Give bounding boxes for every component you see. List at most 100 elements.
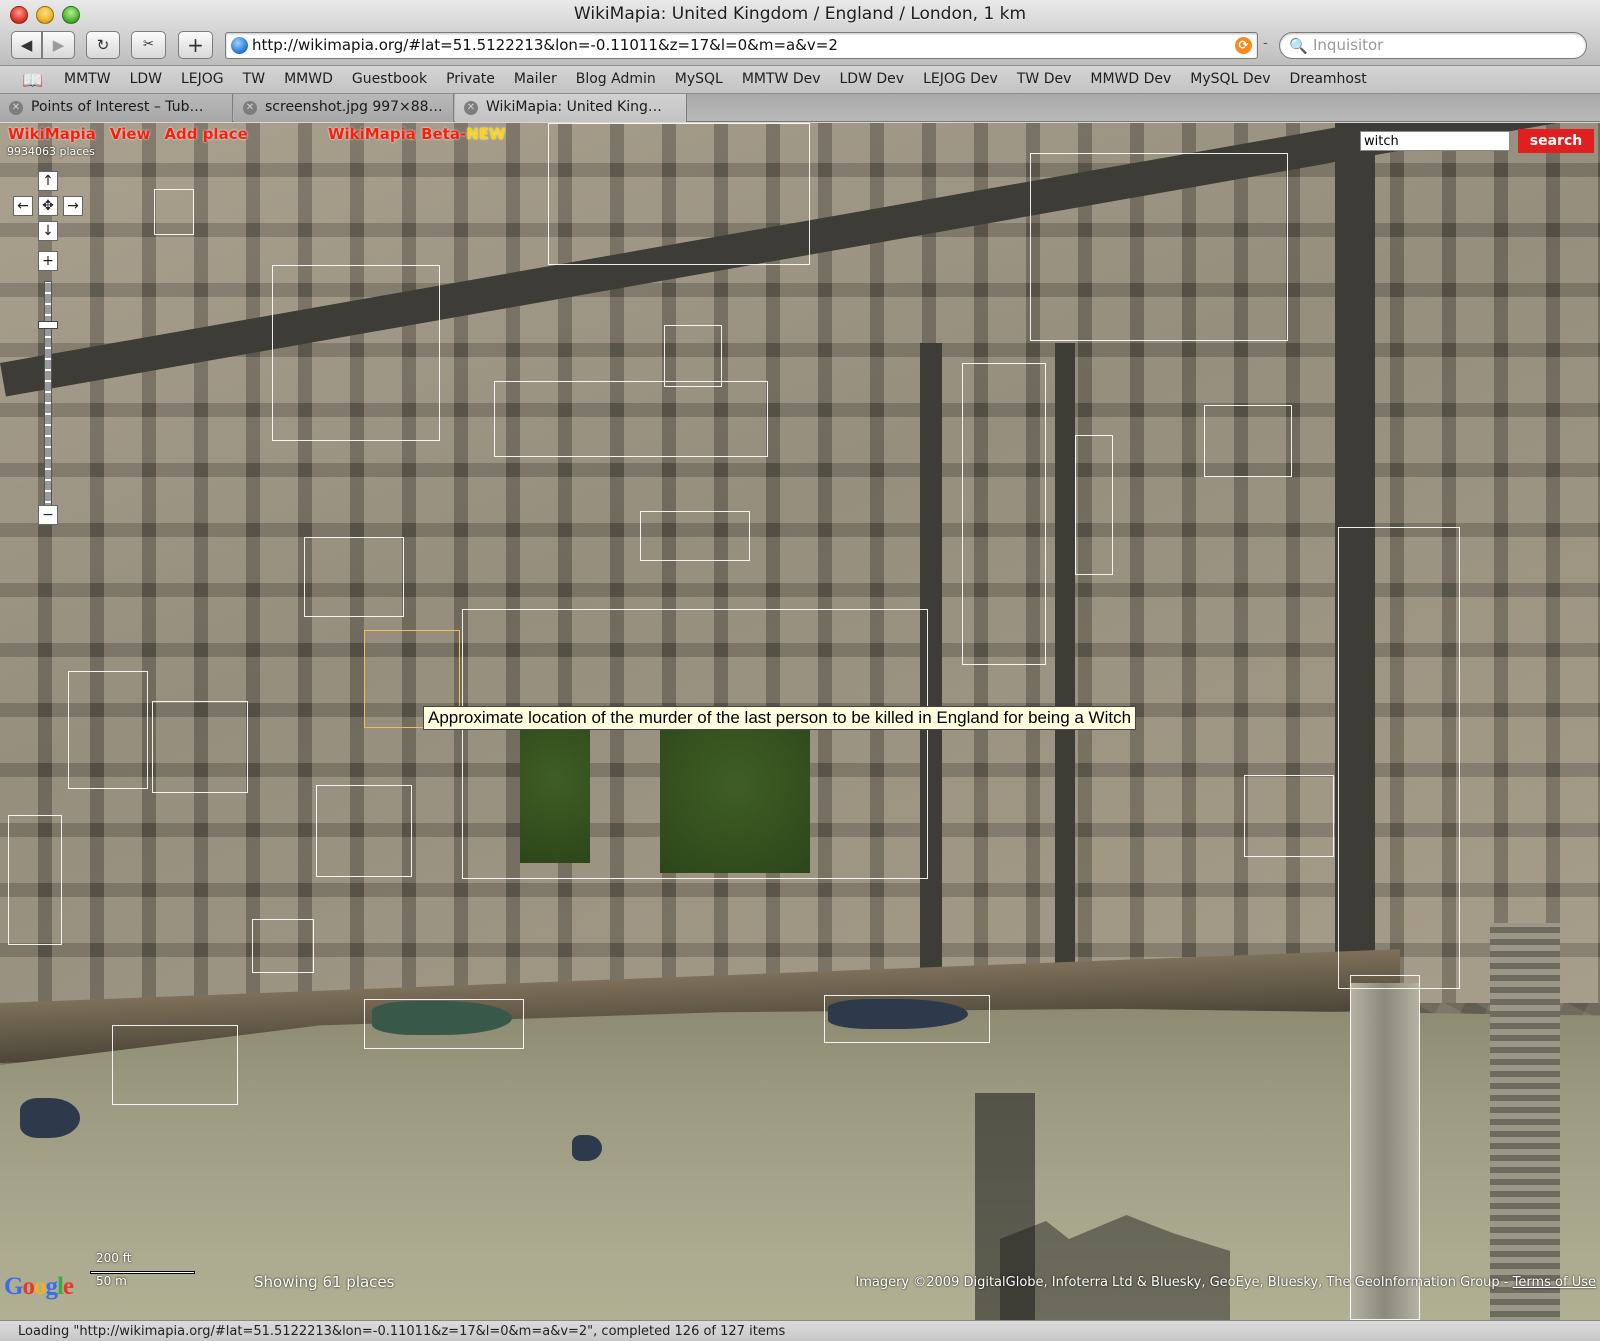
toolbar: WikiMapia: United Kingdom / England / Lo…: [0, 0, 1600, 66]
bookmark-item[interactable]: Private: [446, 71, 495, 87]
close-tab-icon[interactable]: ✕: [9, 101, 23, 115]
bookmark-item[interactable]: LEJOG Dev: [923, 71, 998, 87]
scale-meters-label: 50 m: [96, 1274, 127, 1288]
back-button[interactable]: ◀: [11, 31, 42, 59]
bookmark-item[interactable]: MMWD Dev: [1090, 71, 1171, 87]
reload-button[interactable]: ↻: [86, 31, 120, 59]
rail-bridge: [1490, 923, 1560, 1320]
terms-of-use-link[interactable]: Terms of Use: [1513, 1275, 1596, 1290]
place-outline[interactable]: [68, 671, 148, 789]
wikimapia-beta-link[interactable]: WikiMapia Beta-NEW: [328, 125, 506, 143]
google-logo-letter: o: [33, 1273, 46, 1300]
place-outline[interactable]: [316, 785, 412, 877]
map-search-button[interactable]: search: [1518, 129, 1594, 153]
add-bookmark-button[interactable]: +: [178, 31, 213, 59]
close-tab-icon[interactable]: ✕: [243, 101, 257, 115]
beta-label: WikiMapia Beta-: [328, 125, 467, 143]
search-icon: 🔍: [1289, 37, 1308, 55]
separator: -: [1263, 36, 1268, 51]
place-outline[interactable]: [8, 815, 62, 945]
copyright-text: Imagery ©2009 DigitalGlobe, Infoterra Lt…: [855, 1275, 1513, 1290]
zoom-out-button[interactable]: −: [38, 505, 58, 525]
window-title: WikiMapia: United Kingdom / England / Lo…: [573, 4, 1027, 24]
new-badge: NEW: [466, 125, 506, 143]
road: [1055, 343, 1075, 1003]
place-outline[interactable]: [962, 363, 1046, 665]
bookmark-item[interactable]: Guestbook: [352, 71, 427, 87]
browser-window: WikiMapia: United Kingdom / England / Lo…: [0, 0, 1600, 1341]
browser-search-field[interactable]: 🔍: [1279, 32, 1587, 59]
pan-right-button[interactable]: →: [63, 196, 83, 216]
place-outline[interactable]: [494, 381, 768, 457]
place-outline[interactable]: [1244, 775, 1334, 857]
bookmark-item[interactable]: MMWD: [284, 71, 333, 87]
place-outline[interactable]: [824, 995, 990, 1043]
pan-up-button[interactable]: ↑: [38, 171, 58, 191]
place-outline[interactable]: [462, 609, 928, 879]
forward-button[interactable]: ▶: [42, 31, 75, 59]
bookmark-item[interactable]: Mailer: [514, 71, 557, 87]
google-logo-letter: g: [45, 1273, 57, 1300]
place-outline[interactable]: [304, 537, 404, 617]
place-outline[interactable]: [154, 189, 194, 235]
google-logo-letter: e: [62, 1273, 74, 1300]
google-logo-letter: o: [22, 1273, 34, 1300]
status-bar: Loading "http://wikimapia.org/#lat=51.51…: [0, 1320, 1600, 1341]
bookmark-item[interactable]: MMTW Dev: [742, 71, 821, 87]
place-outline[interactable]: [112, 1025, 238, 1105]
pan-down-button[interactable]: ↓: [38, 221, 58, 241]
pan-left-button[interactable]: ←: [13, 196, 33, 216]
bookmark-item[interactable]: MySQL: [675, 71, 723, 87]
bookmark-item[interactable]: MySQL Dev: [1190, 71, 1270, 87]
add-place-link[interactable]: Add place: [164, 125, 247, 143]
google-logo-letter: G: [4, 1273, 23, 1300]
zoom-slider-handle[interactable]: [38, 321, 58, 329]
tab-screenshot[interactable]: ✕ screenshot.jpg 997×88…: [234, 94, 454, 122]
tab-wikimapia[interactable]: ✕ WikiMapia: United King…: [455, 94, 687, 122]
place-outline[interactable]: [1338, 527, 1460, 989]
tab-title: screenshot.jpg 997×88…: [265, 99, 443, 115]
browser-search-input[interactable]: [1313, 36, 1573, 54]
boat: [20, 1098, 80, 1138]
place-outline[interactable]: [1030, 153, 1288, 341]
place-outline[interactable]: [1350, 975, 1420, 1320]
bookmark-item[interactable]: TW Dev: [1017, 71, 1072, 87]
tab-bar: ✕ Points of Interest – Tub… ✕ screenshot…: [0, 94, 1600, 122]
bookmark-item[interactable]: TW: [243, 71, 265, 87]
place-outline[interactable]: [152, 701, 248, 793]
globe-icon: [231, 37, 248, 54]
places-shown-count: Showing 61 places: [254, 1273, 395, 1291]
url-text[interactable]: http://wikimapia.org/#lat=51.5122213&lon…: [252, 36, 838, 54]
scale-feet-label: 200 ft: [96, 1251, 132, 1265]
place-outline[interactable]: [548, 123, 810, 265]
refresh-icon[interactable]: ⟳: [1235, 37, 1252, 54]
snippet-button[interactable]: ✂: [131, 31, 166, 59]
address-bar[interactable]: http://wikimapia.org/#lat=51.5122213&lon…: [225, 32, 1258, 59]
zoom-in-button[interactable]: +: [38, 251, 58, 271]
bookmark-item[interactable]: LEJOG: [181, 71, 224, 87]
book-icon[interactable]: 📖: [22, 71, 43, 91]
place-tooltip: Approximate location of the murder of th…: [423, 706, 1137, 730]
imagery-copyright: Imagery ©2009 DigitalGlobe, Infoterra Lt…: [855, 1275, 1596, 1290]
place-outline[interactable]: [640, 511, 750, 561]
view-link[interactable]: View: [110, 125, 151, 143]
place-outline[interactable]: [364, 999, 524, 1049]
map-viewport[interactable]: WikiMapia View Add place WikiMapia Beta-…: [0, 123, 1600, 1320]
map-search-input[interactable]: [1360, 131, 1510, 151]
place-outline[interactable]: [272, 265, 440, 441]
tab-points-of-interest[interactable]: ✕ Points of Interest – Tub…: [0, 94, 233, 122]
place-outline[interactable]: [1204, 405, 1292, 477]
wikimapia-home-link[interactable]: WikiMapia: [8, 125, 96, 143]
bookmark-item[interactable]: LDW: [130, 71, 162, 87]
bookmark-item[interactable]: MMTW: [64, 71, 111, 87]
pan-center-button[interactable]: ✥: [38, 196, 58, 216]
place-outline[interactable]: [664, 325, 722, 387]
bookmark-item[interactable]: Blog Admin: [576, 71, 656, 87]
bookmarks-bar: 📖 MMTW LDW LEJOG TW MMWD Guestbook Private Mail…: [0, 67, 1600, 94]
bookmark-item[interactable]: Dreamhost: [1290, 71, 1367, 87]
place-outline[interactable]: [1075, 435, 1113, 575]
zoom-slider-track[interactable]: [44, 281, 52, 515]
bookmark-item[interactable]: LDW Dev: [840, 71, 905, 87]
place-outline[interactable]: [252, 919, 314, 973]
close-tab-icon[interactable]: ✕: [464, 101, 478, 115]
